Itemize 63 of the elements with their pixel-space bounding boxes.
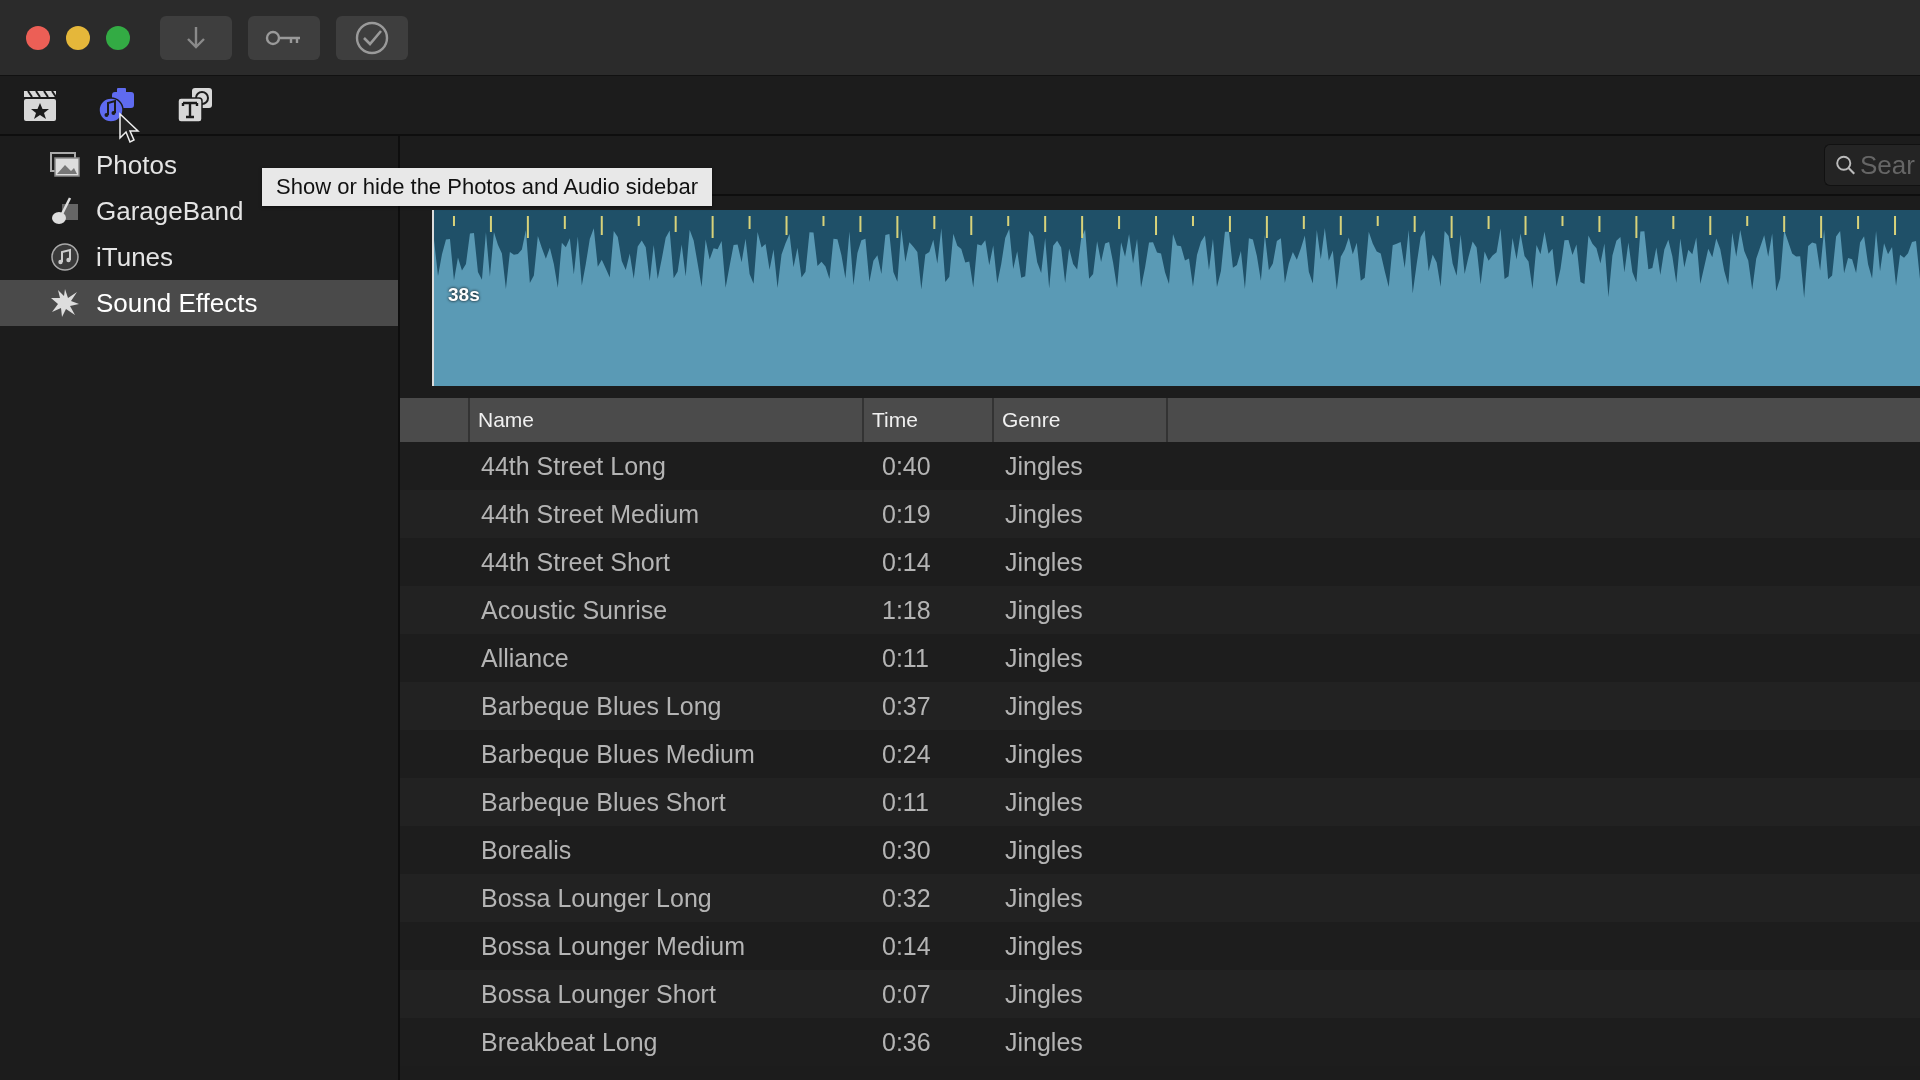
table-cell-text: Jingles <box>1004 499 1084 529</box>
table-cell-text: Jingles <box>1004 595 1084 625</box>
table-cell-text: Jingles <box>1004 691 1084 721</box>
table-cell-text: Barbeque Blues Long <box>480 691 723 721</box>
table-cell-text: Barbeque Blues Short <box>480 787 727 817</box>
table-cell-text: 0:30 <box>881 835 932 865</box>
table-cell-text: Alliance <box>480 643 570 673</box>
table-cell-text: Jingles <box>1004 1027 1084 1057</box>
minimize-button[interactable] <box>66 25 90 50</box>
table-cell-text: Borealis <box>480 835 573 865</box>
table-cell-text: 0:11 <box>881 787 930 817</box>
import-button[interactable] <box>160 15 232 60</box>
table-cell-text: 0:19 <box>881 499 932 529</box>
table-cell-text: 1:18 <box>881 595 932 625</box>
search-field[interactable]: Sear <box>1824 144 1920 186</box>
table-cell-text: Jingles <box>1004 883 1084 913</box>
table-cell-text: 0:14 <box>881 931 932 961</box>
checkmark-icon <box>354 19 390 56</box>
table-cell-text: 44th Street Short <box>480 547 671 577</box>
table-cell-text: 0:07 <box>881 979 932 1009</box>
table-cell-text: 44th Street Medium <box>480 499 701 529</box>
table-cell-text: 0:14 <box>881 547 932 577</box>
guitar-icon <box>50 196 80 226</box>
camera-music-icon[interactable] <box>98 86 136 124</box>
zoom-button[interactable] <box>106 25 130 50</box>
search-icon <box>1835 153 1856 177</box>
table-cell-text: Bossa Lounger Long <box>480 883 713 913</box>
table-cell-text: Jingles <box>1004 451 1084 481</box>
table-cell-text: Jingles <box>1004 931 1084 961</box>
sidebar-item[interactable]: Sound Effects <box>0 280 398 326</box>
photos-icon <box>50 152 80 178</box>
duration-label: 38s <box>448 284 480 306</box>
music-note-icon <box>50 242 80 272</box>
titles-icon[interactable] <box>176 86 214 124</box>
key-button[interactable] <box>248 15 320 60</box>
checkmark-button[interactable] <box>336 15 408 60</box>
table-cell-text: Jingles <box>1004 835 1084 865</box>
table-cell-text: 0:37 <box>881 691 932 721</box>
table-cell-text: Jingles <box>1004 979 1084 1009</box>
table-cell-text: Acoustic Sunrise <box>480 595 669 625</box>
table-cell-text: 0:32 <box>881 883 932 913</box>
table-cell-text: Jingles <box>1004 787 1084 817</box>
burst-icon <box>50 288 80 318</box>
tooltip: Show or hide the Photos and Audio sidebar <box>262 168 712 206</box>
table-cell-text: Breakbeat Long <box>480 1027 659 1057</box>
table-cell-text: Jingles <box>1004 739 1084 769</box>
arrow-down-icon <box>185 24 207 51</box>
sidebar-item[interactable]: Photos <box>0 142 181 188</box>
table-cell-text: 0:40 <box>881 451 932 481</box>
table-cell-text: 44th Street Long <box>480 451 667 481</box>
table-cell-text: Bossa Lounger Medium <box>480 931 747 961</box>
table-cell-text: Barbeque Blues Medium <box>480 739 756 769</box>
search-input[interactable]: Sear <box>1860 149 1920 181</box>
close-button[interactable] <box>26 25 50 50</box>
table-cell-text: 0:36 <box>881 1027 932 1057</box>
cursor-icon <box>118 112 140 146</box>
table-cell-text: Jingles <box>1004 547 1084 577</box>
table-cell-text: Jingles <box>1004 643 1084 673</box>
table-cell-text: 0:24 <box>881 739 932 769</box>
sidebar-item[interactable]: GarageBand <box>0 188 248 234</box>
sidebar-item[interactable]: iTunes <box>0 234 178 280</box>
table-cell-text: 0:11 <box>881 643 930 673</box>
table-cell-text: Bossa Lounger Short <box>480 979 717 1009</box>
